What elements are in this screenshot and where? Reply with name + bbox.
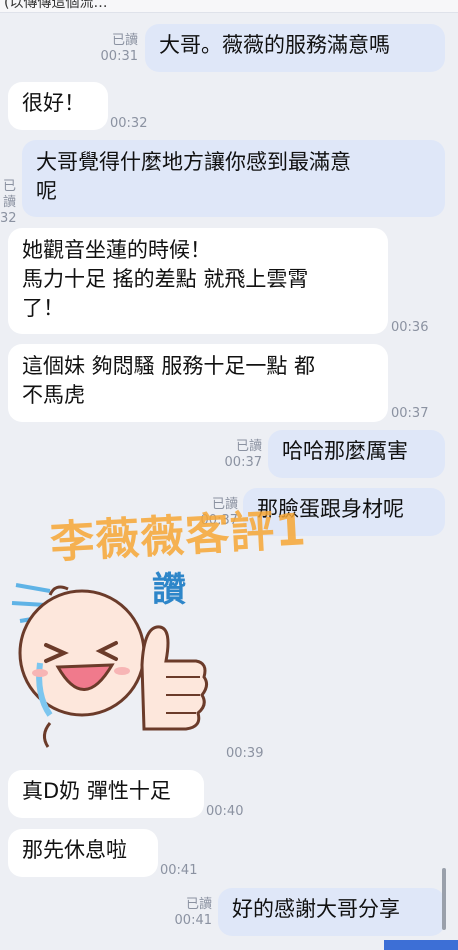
top-status-strip: (以傳傳這個流… (0, 0, 458, 13)
message-meta: 00:32 (110, 116, 147, 132)
chat-bubble-incoming[interactable]: 真D奶 彈性十足 (8, 770, 204, 818)
read-label: 已讀 (185, 897, 212, 912)
read-label: 已讀 (2, 179, 16, 210)
message-time: 00:39 (226, 746, 264, 761)
message-time: 00:37 (224, 455, 262, 470)
thumbs-up-crying-sticker[interactable]: 讚 (10, 555, 230, 755)
message-meta: 00:40 (206, 804, 243, 820)
chat-bubble-incoming[interactable]: 這個妹 夠悶騷 服務十足一點 都 不馬虎 (8, 344, 388, 422)
chat-bubble-outgoing[interactable]: 哈哈那麼厲害 (268, 430, 445, 478)
scrollbar[interactable] (442, 868, 446, 930)
watermark-text: 李薇薇客評1 (49, 504, 309, 569)
read-label: 已讀 (235, 439, 262, 454)
message-meta: 00:37 (391, 406, 428, 422)
message-time: 00:41 (160, 863, 198, 878)
message-meta: 已讀 00:37 (222, 439, 262, 471)
top-text: (以傳傳這個流… (4, 0, 108, 11)
chat-bubble-outgoing[interactable]: 大哥。薇薇的服務滿意嗎 (145, 24, 445, 72)
message-meta: 已讀 00:31 (100, 33, 138, 65)
message-meta: 00:41 (160, 863, 197, 879)
message-time: 32 (0, 211, 16, 226)
bottom-bar-fragment (384, 940, 458, 950)
message-time: 00:40 (206, 804, 244, 819)
message-time: 00:32 (110, 116, 148, 131)
read-label: 已讀 (111, 33, 138, 48)
message-meta: 已讀 00:41 (172, 897, 212, 929)
chat-bubble-incoming[interactable]: 那先休息啦 (8, 829, 158, 877)
message-meta: 已讀 32 (0, 179, 16, 227)
message-meta: 00:39 (226, 746, 263, 762)
chat-bubble-incoming[interactable]: 她觀音坐蓮的時候！ 馬力十足 搖的差點 就飛上雲霄 了！ (8, 228, 388, 334)
message-meta: 00:36 (391, 320, 428, 336)
message-time: 00:31 (100, 49, 138, 64)
sticker-text: 讚 (152, 570, 186, 610)
message-time: 00:41 (174, 913, 212, 928)
message-time: 00:36 (391, 320, 429, 335)
message-time: 00:37 (391, 406, 429, 421)
chat-bubble-outgoing[interactable]: 大哥覺得什麼地方讓你感到最滿意 呢 (22, 140, 445, 217)
chat-bubble-outgoing[interactable]: 好的感謝大哥分享 (218, 888, 445, 936)
chat-bubble-incoming[interactable]: 很好！ (8, 82, 108, 130)
